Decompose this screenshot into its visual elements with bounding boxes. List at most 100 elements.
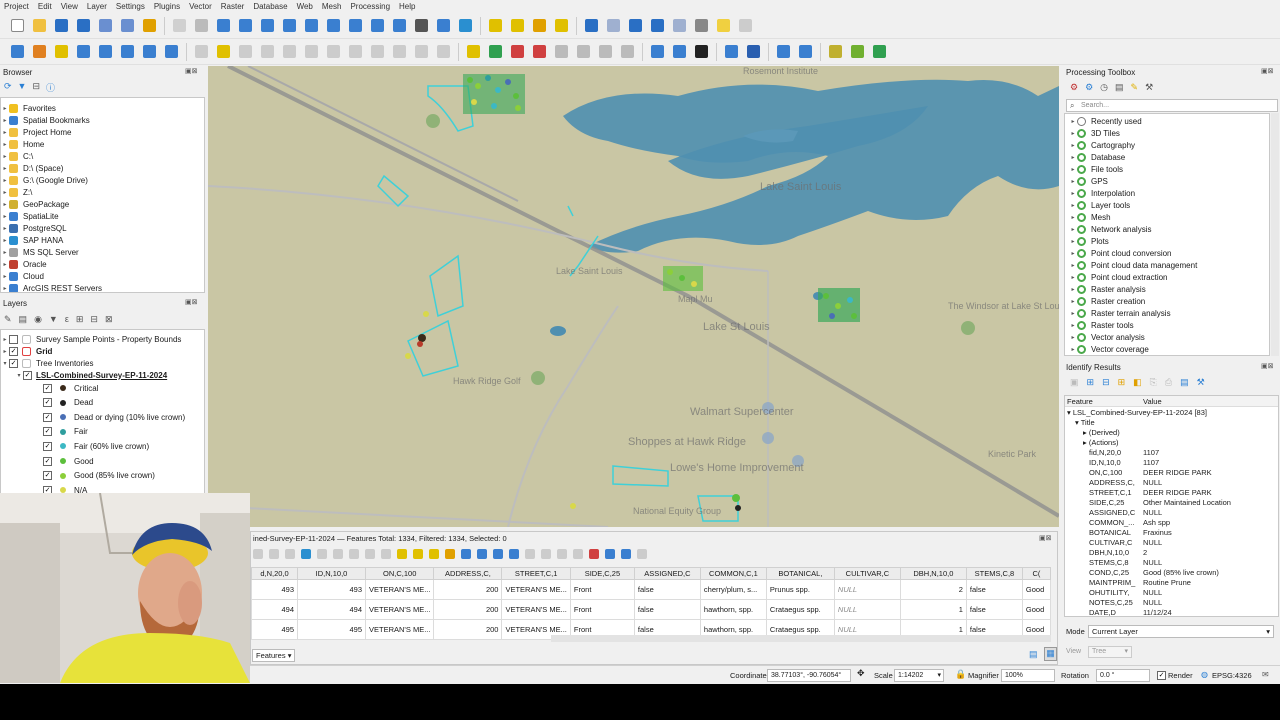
menu-item[interactable]: Processing <box>350 2 390 11</box>
tree-points-cluster-north[interactable] <box>463 74 525 114</box>
temporal-icon[interactable] <box>412 17 430 35</box>
table-cell[interactable]: 494 <box>251 599 298 620</box>
open-table-icon[interactable] <box>670 17 688 35</box>
digitize-icon[interactable] <box>192 43 210 61</box>
paste-features-icon[interactable] <box>390 43 408 61</box>
identify-attribute-row[interactable]: OHUTILITY, NULL <box>1065 588 1273 598</box>
plugin-box-icon[interactable] <box>848 43 866 61</box>
zoom-layer-icon[interactable] <box>280 17 298 35</box>
identify-attribute-row[interactable]: COMMON_... Ash spp <box>1065 518 1273 528</box>
redo-icon[interactable] <box>434 43 452 61</box>
chevron-right-icon[interactable]: ▸ <box>1 237 9 244</box>
legend-class-item[interactable]: ✓ Fair <box>43 426 88 438</box>
column-header[interactable]: ON,C,100 <box>364 567 435 580</box>
menu-item[interactable]: Web <box>297 2 313 11</box>
column-header[interactable]: STREET,C,1 <box>501 567 571 580</box>
column-header[interactable]: ID,N,10,0 <box>297 567 366 580</box>
column-header[interactable]: COMMON,C,1 <box>699 567 767 580</box>
expand-all-icon[interactable]: ⊞ <box>76 314 84 325</box>
identify-attribute-row[interactable]: COND,C,25 Good (85% live crown) <box>1065 568 1273 578</box>
chevron-right-icon[interactable]: ▸ <box>1069 154 1077 161</box>
expand-tree-icon[interactable]: ⊞ <box>1087 377 1095 388</box>
menu-item[interactable]: Project <box>4 2 29 11</box>
browser-item[interactable]: ▸ SpatiaLite <box>1 210 59 222</box>
add-polygon-icon[interactable] <box>280 43 298 61</box>
new-geopackage-icon[interactable] <box>30 43 48 61</box>
show-hide-labels-icon[interactable] <box>530 43 548 61</box>
new-virtual-layer-icon[interactable] <box>96 43 114 61</box>
select-by-location-icon[interactable] <box>552 17 570 35</box>
mode-select[interactable]: Current Layer ▾ <box>1088 625 1274 638</box>
zoom-out-locator-icon[interactable] <box>670 43 688 61</box>
browser-item[interactable]: ▸ Oracle <box>1 258 47 270</box>
clear-results-icon[interactable]: ◧ <box>1133 377 1142 388</box>
chevron-right-icon[interactable]: ▸ <box>1 177 9 184</box>
identify-layer-node[interactable]: ▾ LSL_Combined-Survey-EP-11-2024 [83] <box>1067 408 1207 417</box>
chevron-right-icon[interactable]: ▸ <box>1069 190 1077 197</box>
chevron-right-icon[interactable]: ▸ <box>1069 298 1077 305</box>
processing-item[interactable]: ▸ Point cloud conversion <box>1069 247 1172 259</box>
scripts-icon[interactable]: ⚙ <box>1085 82 1093 93</box>
show-features-dropdown[interactable]: Features ▾ <box>252 649 296 662</box>
menu-item[interactable]: Edit <box>38 2 52 11</box>
multi-edit-icon[interactable] <box>269 549 279 559</box>
filter-legend-icon[interactable]: ▼ <box>49 314 58 325</box>
chevron-right-icon[interactable]: ▸ <box>1069 334 1077 341</box>
zoom-last-icon[interactable] <box>346 17 364 35</box>
column-header[interactable]: ADDRESS,C, <box>433 567 503 580</box>
results-viewer-icon[interactable]: ▤ <box>1115 82 1124 93</box>
conditional-format-icon[interactable] <box>589 549 599 559</box>
style-icon[interactable]: ✎ <box>4 314 12 325</box>
column-header[interactable]: CULTIVAR,C <box>833 567 901 580</box>
table-cell[interactable]: 495 <box>297 619 366 640</box>
table-cell[interactable]: Front <box>569 599 635 620</box>
info-icon[interactable]: ⓘ <box>46 81 55 94</box>
remove-layer-icon[interactable]: ⊠ <box>105 314 113 325</box>
processing-item[interactable]: ▸ Database <box>1069 151 1125 163</box>
browser-item[interactable]: ▸ Cloud <box>1 270 44 282</box>
view-select[interactable]: Tree ▾ <box>1088 646 1132 658</box>
column-header[interactable]: ASSIGNED,C <box>633 567 701 580</box>
toggle-edit-icon[interactable] <box>253 549 263 559</box>
chevron-right-icon[interactable]: ▸ <box>1 129 9 136</box>
chevron-right-icon[interactable]: ▸ <box>1069 226 1077 233</box>
field-calc-icon[interactable] <box>573 549 583 559</box>
select-expression-icon[interactable] <box>397 549 407 559</box>
identify-derived-node[interactable]: ▸ (Derived) <box>1083 428 1120 437</box>
chevron-right-icon[interactable]: ▸ <box>1069 214 1077 221</box>
column-header[interactable]: d,N,20,0 <box>251 567 298 580</box>
new-temp-layer-icon[interactable] <box>118 43 136 61</box>
filter-select-icon[interactable] <box>461 549 471 559</box>
table-cell[interactable]: VETERAN'S ME... <box>364 579 435 600</box>
map-tips-icon[interactable] <box>736 17 754 35</box>
add-group-icon[interactable]: ▤ <box>19 314 28 325</box>
eye-icon[interactable]: ◉ <box>34 314 42 325</box>
processing-item[interactable]: ▸ Raster tools <box>1069 319 1134 331</box>
open-project-icon[interactable] <box>30 17 48 35</box>
refresh-map-icon[interactable] <box>456 17 474 35</box>
select-features-icon[interactable]: ▤ <box>1180 377 1189 388</box>
chevron-right-icon[interactable]: ▸ <box>1069 346 1077 353</box>
rotate-label-icon[interactable] <box>574 43 592 61</box>
chevron-right-icon[interactable]: ▸ <box>1 141 9 148</box>
browser-item[interactable]: ▸ C:\ <box>1 150 33 162</box>
browser-item[interactable]: ▸ PostgreSQL <box>1 222 67 234</box>
move-selection-top-icon[interactable] <box>477 549 487 559</box>
menu-item[interactable]: View <box>61 2 78 11</box>
tree-points-cluster-central[interactable] <box>663 266 703 291</box>
layers-panel-controls[interactable]: ▣⊠ <box>185 298 197 306</box>
browser-item[interactable]: ▸ Home <box>1 138 44 150</box>
pan-icon[interactable] <box>170 17 188 35</box>
column-header[interactable]: DBH,N,10,0 <box>899 567 967 580</box>
layer-item[interactable]: ▾ ✓ Tree Inventories <box>1 357 94 369</box>
identify-attribute-row[interactable]: MAINTPRIM_ Routine Prune <box>1065 578 1273 588</box>
zoom-to-selection-icon[interactable] <box>509 549 519 559</box>
add-wfs-icon[interactable] <box>162 43 180 61</box>
chevron-right-icon[interactable]: ▸ <box>1 249 9 256</box>
menu-item[interactable]: Mesh <box>322 2 342 11</box>
cut-features-icon[interactable] <box>346 43 364 61</box>
browser-item[interactable]: ▸ Favorites <box>1 102 56 114</box>
browser-item[interactable]: ▸ Project Home <box>1 126 71 138</box>
copy-icon[interactable] <box>365 549 375 559</box>
identify-attribute-row[interactable]: NOTES,C,25 NULL <box>1065 598 1273 608</box>
